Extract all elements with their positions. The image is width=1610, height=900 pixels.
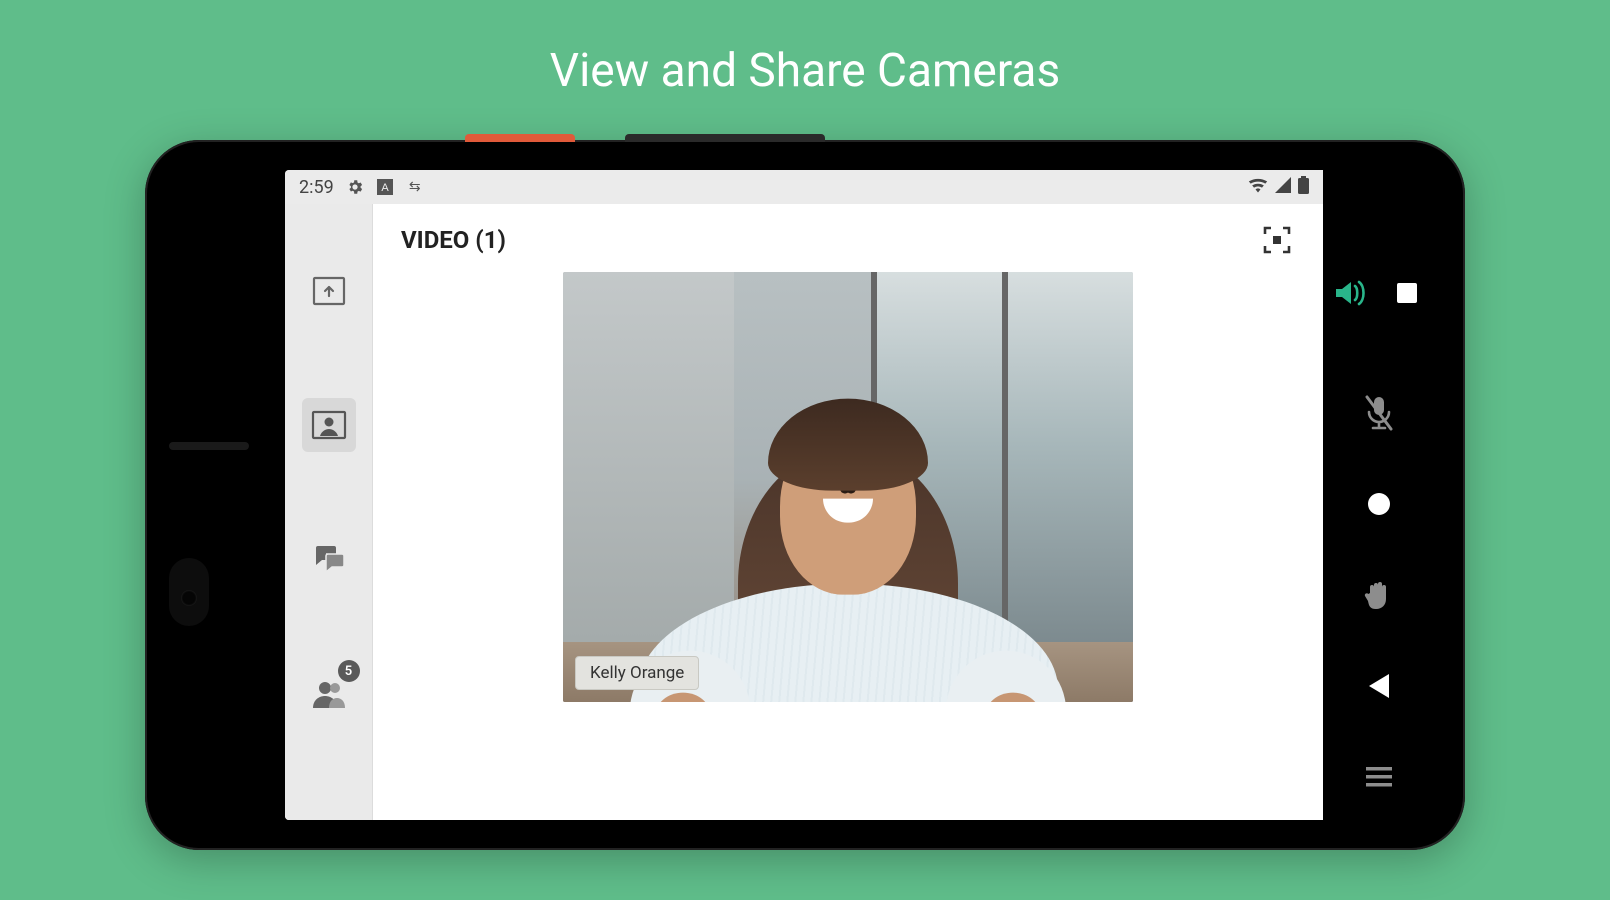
settings-icon (346, 178, 364, 196)
device-control-rail (1323, 170, 1435, 820)
sidebar-item-video[interactable] (302, 398, 356, 452)
video-user-icon (311, 410, 347, 440)
video-section-title: VIDEO (1) (401, 226, 506, 254)
speaker-icon (1333, 278, 1369, 308)
svg-text:A: A (381, 182, 389, 194)
fullscreen-button[interactable] (1259, 222, 1295, 258)
participants-badge: 5 (338, 660, 360, 682)
status-time: 2:59 (299, 177, 334, 198)
nav-square-icon (1397, 283, 1417, 303)
share-screen-icon (312, 276, 346, 306)
speaker-button[interactable] (1328, 270, 1374, 316)
nav-back-icon (1369, 674, 1389, 698)
nav-circle-icon (1368, 493, 1390, 515)
fullscreen-icon (1262, 225, 1292, 255)
main-panel: VIDEO (1) (373, 204, 1323, 820)
sidebar-item-chat[interactable] (302, 532, 356, 586)
nav-recents-button[interactable] (1384, 270, 1430, 316)
sidebar-item-participants[interactable]: 5 (302, 666, 356, 720)
app-body: 5 VIDEO (1) (285, 204, 1323, 820)
sync-icon: ⇆ (406, 178, 424, 196)
raise-hand-button[interactable] (1356, 572, 1402, 618)
participant-name-tag: Kelly Orange (575, 656, 699, 690)
phone-speaker (169, 442, 249, 450)
battery-icon (1298, 176, 1309, 199)
participant-avatar (638, 323, 1058, 702)
phone-front-camera (181, 590, 197, 606)
mic-muted-icon (1362, 394, 1396, 432)
nav-back-button[interactable] (1356, 663, 1402, 709)
nav-menu-button[interactable] (1356, 754, 1402, 800)
phone-volume-button (625, 134, 825, 142)
raise-hand-icon (1362, 579, 1396, 611)
nav-home-button[interactable] (1356, 481, 1402, 527)
phone-power-button (465, 134, 575, 142)
main-header: VIDEO (1) (401, 222, 1295, 258)
sidebar: 5 (285, 204, 373, 820)
chat-icon (312, 544, 346, 574)
phone-screen: 2:59 A ⇆ (285, 170, 1435, 820)
mic-mute-button[interactable] (1356, 390, 1402, 436)
video-tile[interactable]: Kelly Orange (563, 272, 1133, 702)
status-bar: 2:59 A ⇆ (285, 170, 1323, 204)
page-title: View and Share Cameras (0, 0, 1610, 98)
wifi-icon (1248, 177, 1268, 198)
sidebar-item-share[interactable] (302, 264, 356, 318)
video-stage: Kelly Orange (401, 272, 1295, 702)
participants-icon (311, 678, 347, 708)
app-area: 2:59 A ⇆ (285, 170, 1323, 820)
nav-menu-icon (1366, 767, 1392, 787)
signal-icon (1274, 177, 1292, 198)
font-box-icon: A (376, 178, 394, 196)
phone-frame: 2:59 A ⇆ (145, 140, 1465, 850)
